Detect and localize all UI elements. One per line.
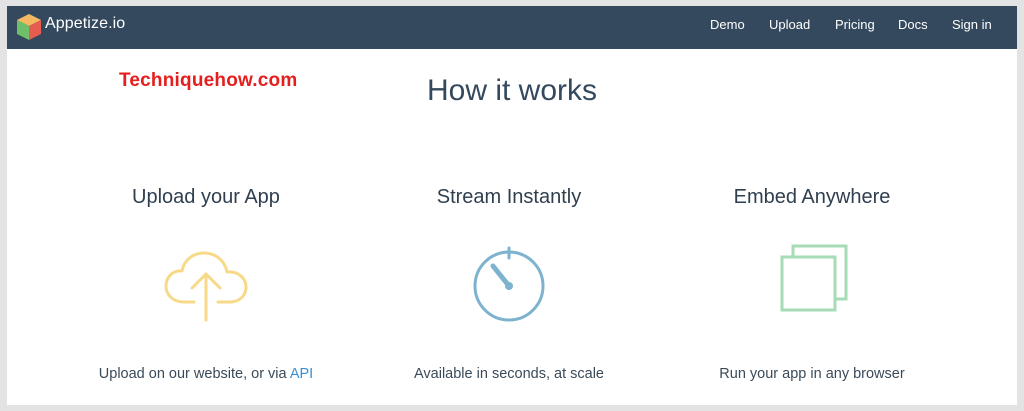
nav-pricing-link[interactable]: Pricing [835, 17, 875, 32]
description-text: Upload on our website, or via [98, 366, 290, 382]
cloud-upload-icon [164, 251, 248, 322]
overlapping-squares-icon [780, 244, 848, 312]
nav-sign-in-link[interactable]: Sign in [952, 17, 992, 32]
appetize-logo-icon[interactable] [16, 13, 42, 41]
brand-name[interactable]: Appetize.io [45, 15, 125, 33]
page-frame: Appetize.io Demo Upload Pricing Docs Sig… [7, 6, 1017, 405]
nav-docs-link[interactable]: Docs [898, 17, 928, 32]
top-navbar: Appetize.io Demo Upload Pricing Docs Sig… [7, 6, 1017, 49]
feature-description: Upload on our website, or via API [56, 366, 356, 382]
stopwatch-icon [473, 246, 545, 322]
api-link[interactable]: API [290, 366, 313, 382]
nav-upload-link[interactable]: Upload [769, 17, 810, 32]
feature-heading: Embed Anywhere [733, 186, 891, 208]
feature-heading: Upload your App [132, 186, 280, 208]
nav-demo-link[interactable]: Demo [710, 17, 745, 32]
page-title: How it works [426, 74, 598, 107]
feature-embed: Embed Anywhere Run your app in any brows… [662, 186, 962, 382]
feature-upload: Upload your App Upload on our website, o… [56, 186, 356, 382]
feature-stream: Stream Instantly Available in seconds, a… [359, 186, 659, 382]
feature-description: Available in seconds, at scale [414, 366, 604, 382]
feature-heading: Stream Instantly [436, 186, 582, 208]
feature-description: Run your app in any browser [719, 366, 905, 382]
